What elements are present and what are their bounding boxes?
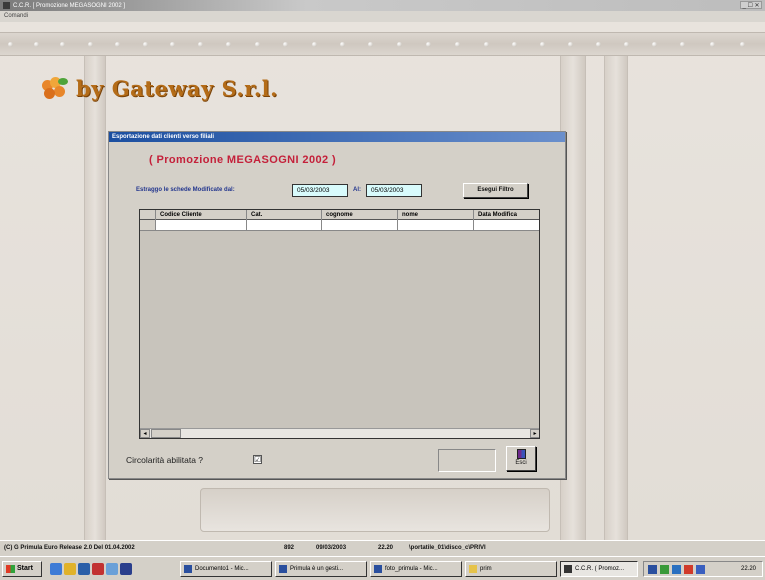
decorative-panel (200, 488, 550, 532)
grid-col-data-modifica[interactable]: Data Modifica (474, 210, 539, 220)
status-time: 22.20 (378, 545, 394, 551)
tray-connection-icon[interactable] (672, 565, 681, 574)
apply-filter-button[interactable]: Esegui Filtro (463, 183, 528, 198)
horizontal-scrollbar[interactable]: ◂ ▸ (140, 428, 539, 438)
system-tray: 22.20 (643, 561, 763, 577)
brand-text: by Gateway S.r.l. (76, 76, 278, 101)
grid-col-cognome[interactable]: cognome (322, 210, 398, 220)
grid-header: Codice Cliente Cat. cognome nome Data Mo… (140, 210, 539, 220)
taskbar: Start Documento1 - Mic... Primula è un g… (0, 556, 765, 580)
status-code: 892 (284, 545, 295, 551)
circolarita-checkbox[interactable]: ☑ (253, 455, 262, 464)
quicklaunch-outlook-icon[interactable] (64, 563, 76, 575)
app-icon (564, 565, 572, 573)
quicklaunch-app-icon[interactable] (92, 563, 104, 575)
window-controls[interactable]: _ ☐ ✕ (740, 1, 762, 9)
grid-col-nome[interactable]: nome (398, 210, 474, 220)
quicklaunch-excel-icon[interactable] (120, 563, 132, 575)
app-system-icon[interactable] (3, 2, 10, 9)
task-documento1[interactable]: Documento1 - Mic... (180, 561, 272, 577)
decorative-rail (0, 32, 765, 56)
menu-bar: Comandi (0, 11, 765, 22)
status-release: (C) G Primula Euro Release 2.0 Del 01.04… (4, 545, 135, 551)
to-label: Al: (353, 187, 361, 193)
flower-logo-icon (40, 76, 70, 101)
scroll-right-icon[interactable]: ▸ (530, 429, 539, 438)
decorative-strip (604, 56, 628, 540)
word-icon (184, 565, 192, 573)
date-from-field[interactable]: 05/03/2003 (292, 184, 348, 197)
export-dialog: Esportazione dati clienti verso filiali … (108, 131, 566, 479)
scroll-left-icon[interactable]: ◂ (140, 429, 150, 438)
tray-alert-icon[interactable] (684, 565, 693, 574)
app-title-bar: C.C.R. [ Promozione MEGASOGNI 2002 ] _ ☐… (0, 0, 765, 11)
app-title: C.C.R. [ Promozione MEGASOGNI 2002 ] (13, 2, 126, 9)
menu-item-comandi[interactable]: Comandi (4, 13, 28, 19)
clients-grid[interactable]: Codice Cliente Cat. cognome nome Data Mo… (139, 209, 540, 439)
task-ccr-promozione[interactable]: C.C.R. ( Promoz... (560, 561, 638, 577)
dialog-title: Esportazione dati clienti verso filiali (109, 132, 565, 142)
promo-title: ( Promozione MEGASOGNI 2002 ) (149, 154, 337, 166)
task-prim[interactable]: prim (465, 561, 557, 577)
tray-antivirus-icon[interactable] (660, 565, 669, 574)
exit-button-label: Esci (515, 460, 527, 466)
exit-button[interactable]: Esci (506, 446, 536, 471)
task-primula-gestionale[interactable]: Primula è un gesti... (275, 561, 367, 577)
scroll-thumb[interactable] (151, 429, 181, 438)
status-bar: (C) G Primula Euro Release 2.0 Del 01.04… (0, 540, 765, 556)
circolarita-label: Circolarità abilitata ? (126, 455, 204, 465)
quicklaunch-word-icon[interactable] (106, 563, 118, 575)
quicklaunch-desktop-icon[interactable] (78, 563, 90, 575)
decorative-strip (84, 56, 106, 540)
status-date: 09/03/2003 (316, 545, 347, 551)
windows-logo-icon (6, 565, 15, 573)
tray-volume-icon[interactable] (696, 565, 705, 574)
clock[interactable]: 22.20 (741, 562, 756, 576)
tray-network-icon[interactable] (648, 565, 657, 574)
grid-header-selector (140, 210, 156, 220)
word-icon (279, 565, 287, 573)
grid-col-codice-cliente[interactable]: Codice Cliente (156, 210, 247, 220)
quicklaunch-ie-icon[interactable] (50, 563, 62, 575)
filter-label: Estraggo le schede Modificate dal: (136, 187, 235, 193)
date-to-field[interactable]: 05/03/2003 (366, 184, 422, 197)
task-foto-primula[interactable]: foto_primula - Mic... (370, 561, 462, 577)
table-row[interactable] (140, 220, 539, 231)
gateway-logo: by Gateway S.r.l. (40, 76, 278, 101)
status-field (438, 449, 496, 472)
door-icon (516, 449, 526, 459)
word-icon (374, 565, 382, 573)
start-button[interactable]: Start (2, 561, 42, 577)
grid-col-cat[interactable]: Cat. (247, 210, 322, 220)
folder-icon (469, 565, 477, 573)
status-user-path: \portatile_01\disco_c\PRIVI (409, 545, 486, 551)
